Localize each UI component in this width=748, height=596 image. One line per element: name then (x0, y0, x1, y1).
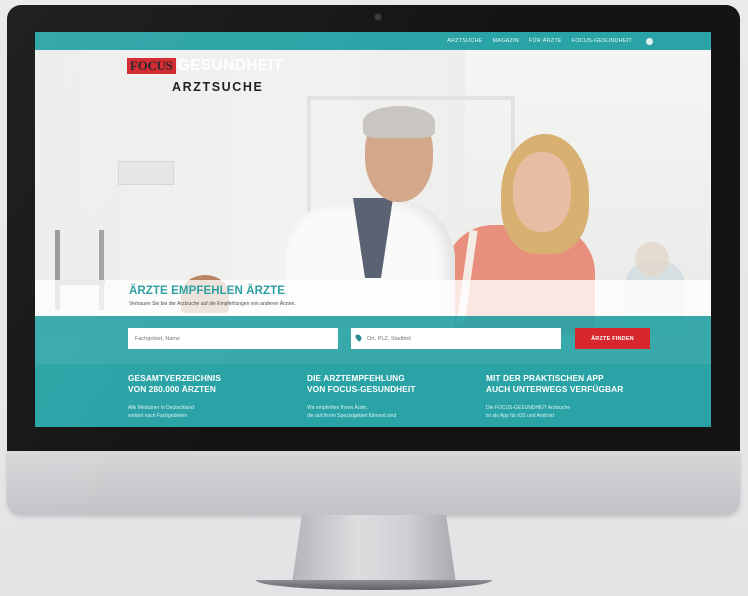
website-screen: ARZTSUCHE MAGAZIN FÜR ÄRZTE FOCUS-GESUND… (35, 32, 711, 427)
top-navigation: ARZTSUCHE MAGAZIN FÜR ÄRZTE FOCUS-GESUND… (35, 32, 711, 50)
specialty-name-input[interactable] (128, 328, 338, 349)
column-text: Wir empfehlen Ihnen Ärzte, die auf ihrem… (307, 405, 397, 419)
nav-arztsuche[interactable]: ARZTSUCHE (447, 38, 482, 44)
info-column-recommendation: DIE ARZTEMPFEHLUNG VON FOCUS-GESUNDHEIT … (307, 373, 477, 420)
info-column-app: MIT DER PRAKTISCHEN APP AUCH UNTERWEGS V… (486, 373, 656, 420)
column-heading: GESAMTVERZEICHNIS VON 280.000 ÄRZTEN (128, 373, 221, 394)
find-doctors-button[interactable]: ÄRZTE FINDEN (575, 328, 650, 349)
camera-dot (375, 14, 381, 20)
hero-subtitle: Vertrauen Sie bei der Arztsuche auf die … (129, 301, 296, 307)
monitor-stand (292, 515, 456, 583)
column-text: Die FOCUS-GESUNDHEIT Arztsuche ist als A… (486, 405, 571, 419)
column-heading: DIE ARZTEMPFEHLUNG VON FOCUS-GESUNDHEIT (307, 373, 416, 394)
site-logo[interactable]: FOCUS GESUNDHEIT (127, 57, 283, 75)
info-column-directory: GESAMTVERZEICHNIS VON 280.000 ÄRZTEN All… (128, 373, 298, 420)
column-heading: MIT DER PRAKTISCHEN APP AUCH UNTERWEGS V… (486, 373, 624, 394)
column-text: Alle Mediziner in Deutschland sortiert n… (128, 405, 194, 419)
location-input[interactable] (351, 328, 561, 349)
monitor-foot (256, 580, 492, 590)
monitor-chin (7, 451, 740, 515)
nav-fuer-aerzte[interactable]: FÜR ÄRZTE (529, 38, 562, 44)
logo-subtitle: ARZTSUCHE (172, 80, 264, 94)
logo-gesundheit: GESUNDHEIT (177, 57, 284, 74)
nav-focus-gesundheit[interactable]: FOCUS-GESUNDHEIT (572, 38, 632, 44)
user-icon[interactable] (646, 37, 653, 45)
nav-magazin[interactable]: MAGAZIN (493, 38, 519, 44)
hero-title: ÄRZTE EMPFEHLEN ÄRZTE (129, 285, 286, 297)
logo-focus: FOCUS (127, 58, 176, 74)
